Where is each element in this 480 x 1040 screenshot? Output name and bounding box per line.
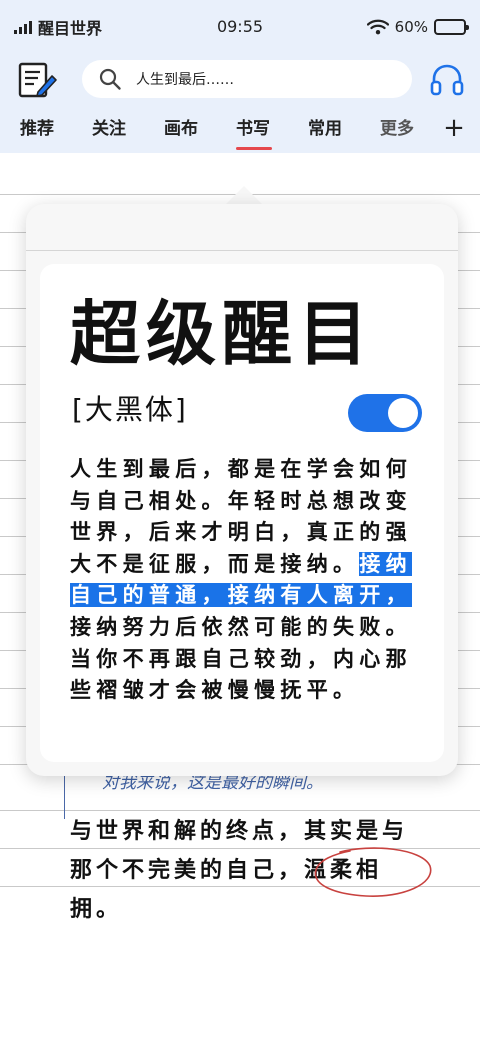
- tab-writing[interactable]: 书写: [236, 106, 308, 153]
- font-preview-card[interactable]: 超级醒目 [大黑体] 人生到最后，都是在学会如何与自己相处。年轻时总想改变世界，…: [40, 264, 444, 762]
- popover-caret: [225, 186, 263, 205]
- carrier-name: 醒目世界: [38, 19, 103, 38]
- wifi-icon: [366, 19, 389, 35]
- red-ink-circle: [314, 847, 432, 897]
- battery-icon: [434, 19, 469, 35]
- headphone-icon[interactable]: [428, 61, 466, 99]
- tab-canvas[interactable]: 画布: [164, 106, 236, 153]
- search-input[interactable]: [136, 71, 376, 87]
- tab-recommend[interactable]: 推荐: [20, 106, 92, 153]
- signal-icon: [14, 20, 32, 34]
- search-icon: [99, 68, 121, 90]
- status-right: 60%: [366, 16, 469, 38]
- margin-stroke: [64, 773, 65, 819]
- add-tab-button[interactable]: +: [442, 106, 466, 153]
- toggle-knob: [388, 398, 418, 428]
- tab-common[interactable]: 常用: [308, 106, 380, 153]
- status-time: 09:55: [216, 17, 264, 36]
- font-toggle-switch[interactable]: [348, 394, 422, 432]
- ruled-line: [0, 810, 480, 811]
- popover-divider: [26, 250, 458, 251]
- note-edit-icon[interactable]: [16, 58, 58, 100]
- status-left: 醒目世界: [14, 16, 102, 38]
- toolbar: [0, 52, 480, 106]
- battery-percent: 60%: [394, 18, 428, 36]
- tab-follow[interactable]: 关注: [92, 106, 164, 153]
- tab-bar: 推荐 关注 画布 书写 常用 更多: [0, 106, 480, 153]
- tab-more[interactable]: 更多: [380, 106, 432, 153]
- font-style-popover: 超级醒目 [大黑体] 人生到最后，都是在学会如何与自己相处。年轻时总想改变世界，…: [26, 204, 458, 776]
- search-bar[interactable]: [82, 60, 412, 98]
- font-preview-title: 超级醒目: [70, 293, 374, 375]
- status-bar: 醒目世界 09:55 60%: [0, 0, 480, 52]
- preview-body-text: 人生到最后，都是在学会如何与自己相处。年轻时总想改变世界，后来才明白，真正的强大…: [70, 454, 420, 707]
- font-name-label: [大黑体]: [72, 393, 188, 426]
- text-after: 接纳努力后依然可能的失败。当你不再跟自己较劲，内心那些褶皱才会被慢慢抚平。: [70, 614, 412, 703]
- top-bar: 醒目世界 09:55 60% 人生到最后…… 推荐 关注 画布 书写 常用 更多…: [0, 0, 480, 153]
